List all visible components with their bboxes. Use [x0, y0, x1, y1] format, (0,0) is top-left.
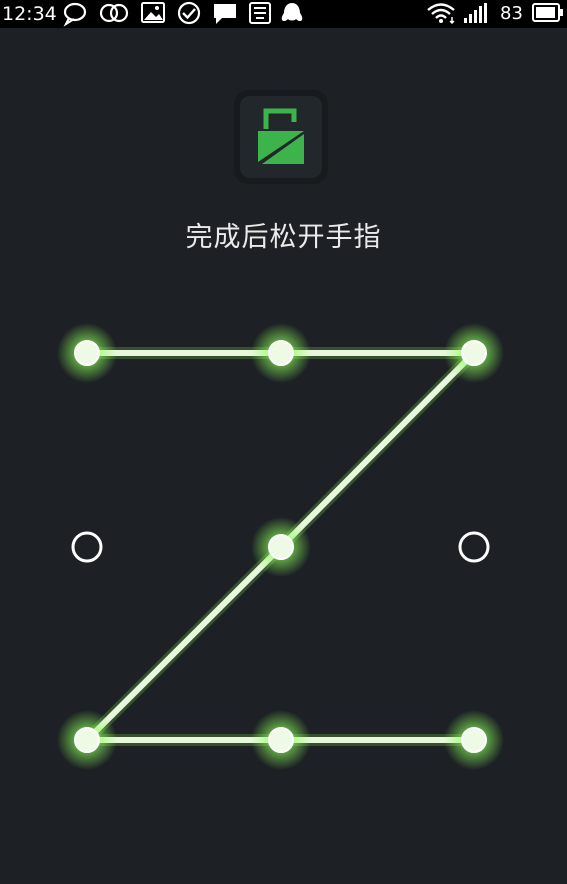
pattern-dot-7[interactable]: [57, 710, 117, 770]
pattern-dot-9[interactable]: [444, 710, 504, 770]
pattern-dot-5[interactable]: [251, 517, 311, 577]
pattern-dot-4[interactable]: [71, 531, 103, 563]
pattern-lock[interactable]: [0, 0, 567, 884]
pattern-dot-8[interactable]: [251, 710, 311, 770]
pattern-dot-6[interactable]: [458, 531, 490, 563]
pattern-dot-1[interactable]: [57, 323, 117, 383]
pattern-dot-3[interactable]: [444, 323, 504, 383]
pattern-dot-2[interactable]: [251, 323, 311, 383]
